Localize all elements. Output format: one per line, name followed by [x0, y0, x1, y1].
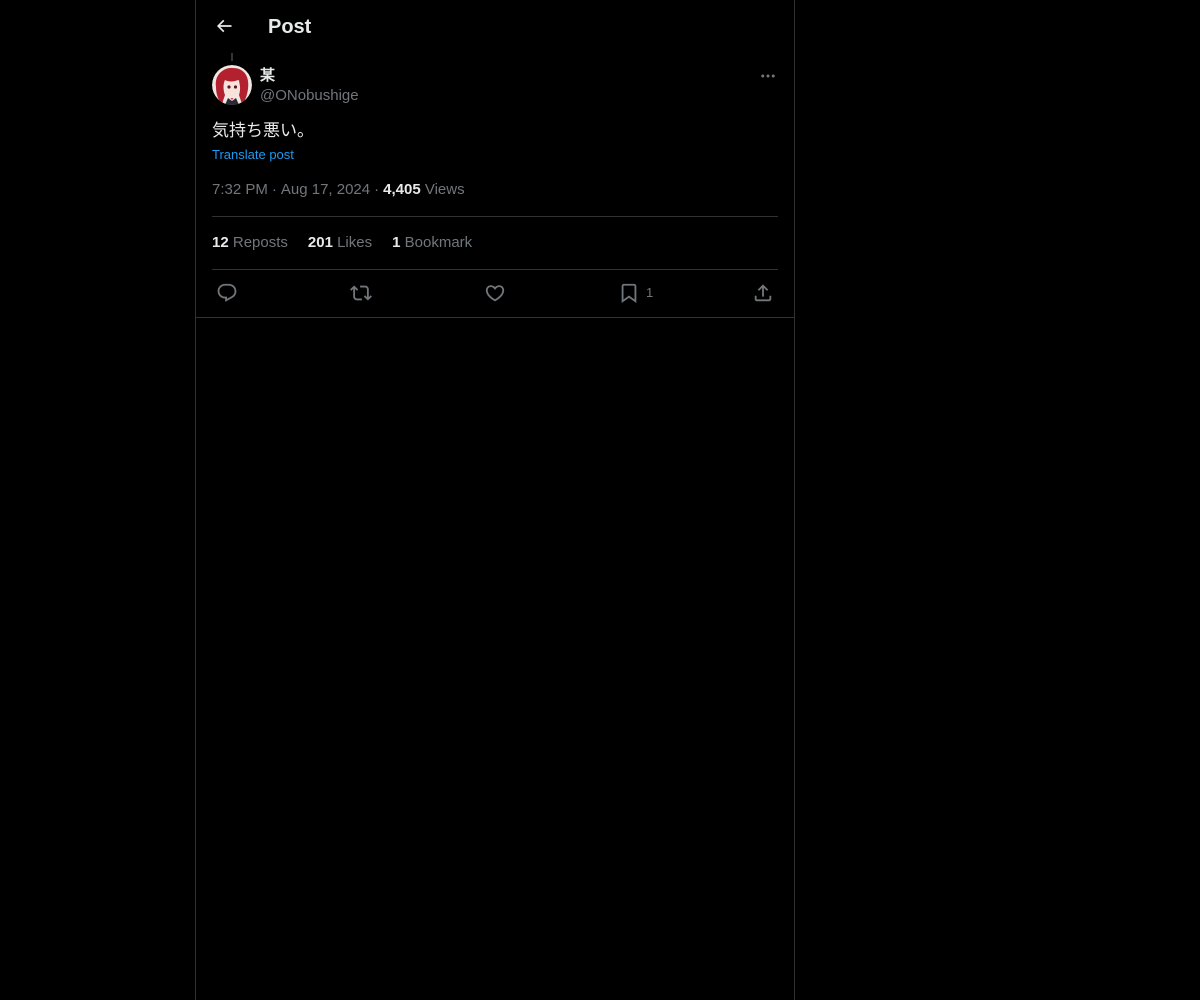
reply-icon [217, 283, 237, 302]
views-label: Views [424, 181, 465, 198]
meta-separator: · [374, 181, 380, 198]
post-bottom-border [196, 317, 794, 318]
share-icon [754, 284, 772, 302]
page-title: Post [268, 16, 312, 38]
repost-button[interactable] [350, 281, 372, 305]
post-metadata: 7:32 PM · Aug 17, 2024 · 4,405 Views [212, 180, 465, 200]
likes-label: Likes [337, 234, 373, 251]
views-count: 4,405 [383, 181, 421, 198]
likes-count: 201 [307, 234, 333, 251]
bookmarks-stat[interactable]: 1 Bookmark [392, 233, 472, 253]
likes-stat[interactable]: 201 Likes [308, 233, 372, 253]
reposts-label: Reposts [232, 234, 288, 251]
primary-column: Post 某 @ONobushige 気持ち悪い。 Translate post… [195, 0, 795, 1000]
repost-icon [350, 285, 372, 301]
bookmark-icon [621, 283, 637, 304]
author-display-name[interactable]: 某 [260, 66, 275, 86]
arrow-left-icon [216, 19, 232, 33]
avatar-image [212, 65, 252, 105]
share-button[interactable] [752, 281, 774, 305]
heart-icon [485, 285, 505, 302]
like-button[interactable] [484, 281, 506, 305]
engagement-stats: 12 Reposts 201 Likes 1 Bookmark [212, 233, 472, 253]
action-bar: 1 [196, 270, 794, 317]
avatar[interactable] [212, 65, 252, 105]
translate-post-link[interactable]: Translate post [212, 146, 294, 164]
reposts-count: 12 [212, 234, 229, 251]
bookmarks-count: 1 [392, 234, 401, 251]
more-options-button[interactable] [754, 64, 782, 88]
bookmarks-label: Bookmark [404, 234, 473, 251]
author-handle[interactable]: @ONobushige [260, 86, 359, 106]
post-text: 気持ち悪い。 [212, 121, 314, 140]
back-button[interactable] [206, 8, 242, 44]
page-header: Post [196, 0, 794, 53]
meta-separator: · [271, 181, 277, 198]
reposts-stat[interactable]: 12 Reposts [212, 233, 288, 253]
post-date[interactable]: Aug 17, 2024 [281, 181, 370, 198]
bookmark-button[interactable]: 1 [618, 281, 653, 305]
divider [212, 216, 778, 217]
reply-button[interactable] [216, 281, 238, 305]
thread-connector-line [231, 53, 233, 61]
more-horizontal-icon [761, 74, 775, 78]
post-time[interactable]: 7:32 PM [212, 181, 268, 198]
bookmark-count: 1 [646, 285, 654, 300]
